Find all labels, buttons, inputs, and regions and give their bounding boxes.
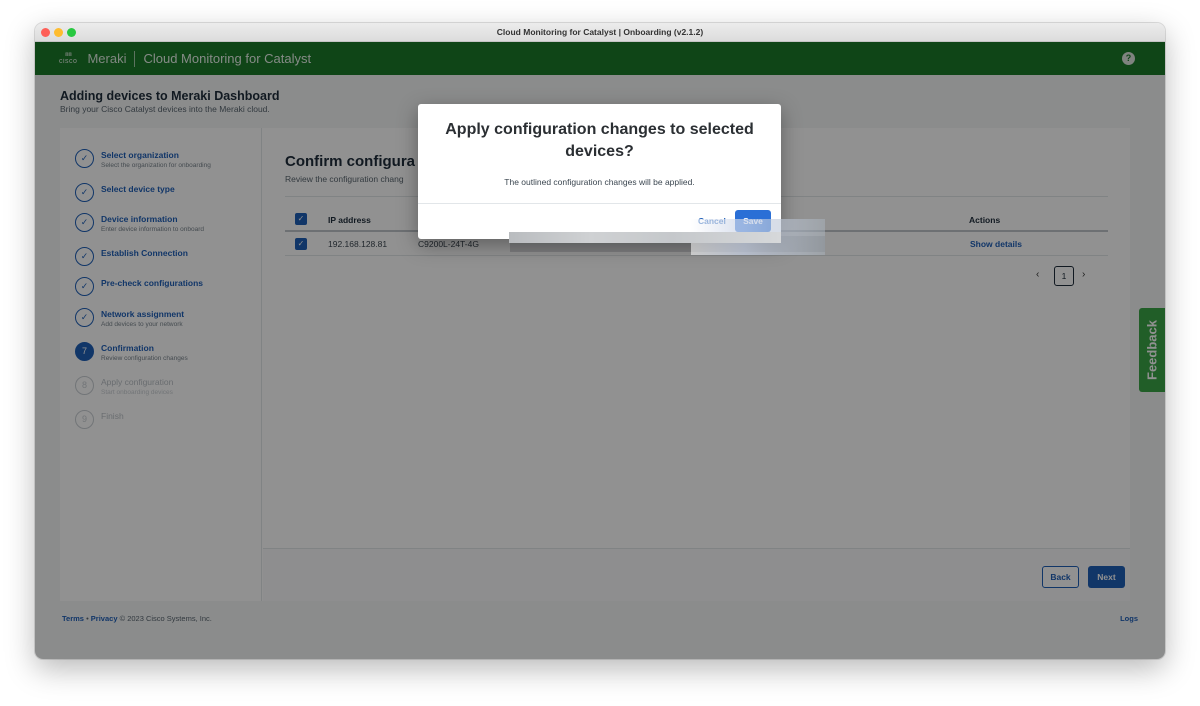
zoom-window-button[interactable] <box>67 28 76 37</box>
window-title: Cloud Monitoring for Catalyst | Onboardi… <box>496 27 704 37</box>
window-titlebar: Cloud Monitoring for Catalyst | Onboardi… <box>35 23 1165 42</box>
close-window-button[interactable] <box>41 28 50 37</box>
modal-divider <box>418 203 781 204</box>
modal-body: The outlined configuration changes will … <box>504 177 695 187</box>
redacted-strip <box>509 232 781 243</box>
modal-title: Apply configuration changes to selected … <box>445 121 754 160</box>
app-window: Cloud Monitoring for Catalyst | Onboardi… <box>35 23 1165 659</box>
minimize-window-button[interactable] <box>54 28 63 37</box>
